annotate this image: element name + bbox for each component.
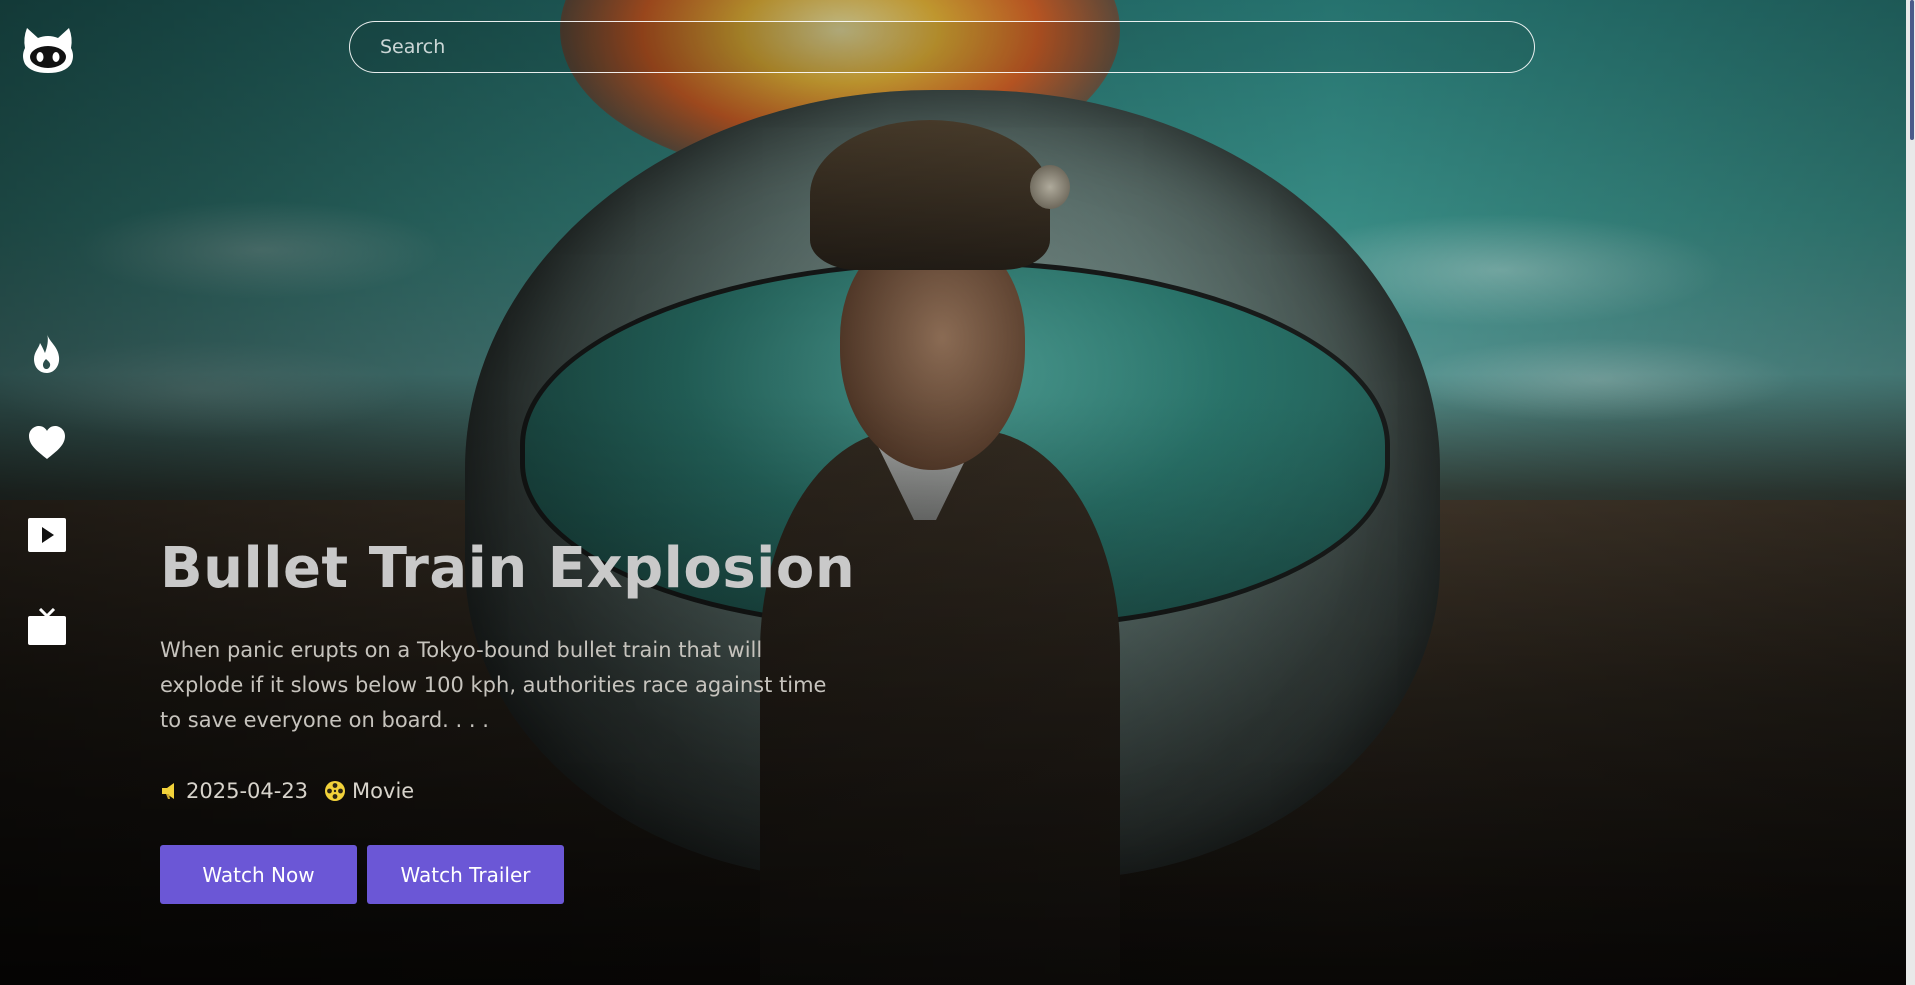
megaphone-icon: [162, 783, 174, 799]
hero-backdrop: [0, 0, 1906, 985]
search-bar[interactable]: [349, 21, 1535, 73]
scrollbar-thumb[interactable]: [1910, 0, 1914, 140]
watch-now-button[interactable]: Watch Now: [160, 845, 357, 904]
hero-meta: 2025-04-23 Movie: [160, 776, 414, 806]
sidebar-item-favorites[interactable]: [24, 420, 70, 466]
watch-trailer-button[interactable]: Watch Trailer: [367, 845, 564, 904]
release-date: 2025-04-23: [186, 779, 309, 803]
play-icon: [28, 518, 66, 552]
page-scrollbar[interactable]: [1906, 0, 1915, 985]
heart-icon: [29, 426, 65, 459]
sidebar-item-trending[interactable]: [24, 330, 70, 376]
app-logo-icon[interactable]: [21, 24, 75, 74]
tv-icon: [28, 608, 66, 645]
search-input[interactable]: [350, 22, 1534, 72]
hero-title: Bullet Train Explosion: [160, 536, 856, 601]
flame-icon: [34, 333, 60, 373]
hero-description: When panic erupts on a Tokyo-bound bulle…: [160, 638, 827, 732]
media-type: Movie: [352, 779, 415, 803]
film-reel-icon: [325, 781, 346, 801]
sidebar-item-movies[interactable]: [24, 512, 70, 558]
sidebar-item-tv[interactable]: [24, 604, 70, 650]
backdrop-overlay: [0, 0, 1906, 985]
